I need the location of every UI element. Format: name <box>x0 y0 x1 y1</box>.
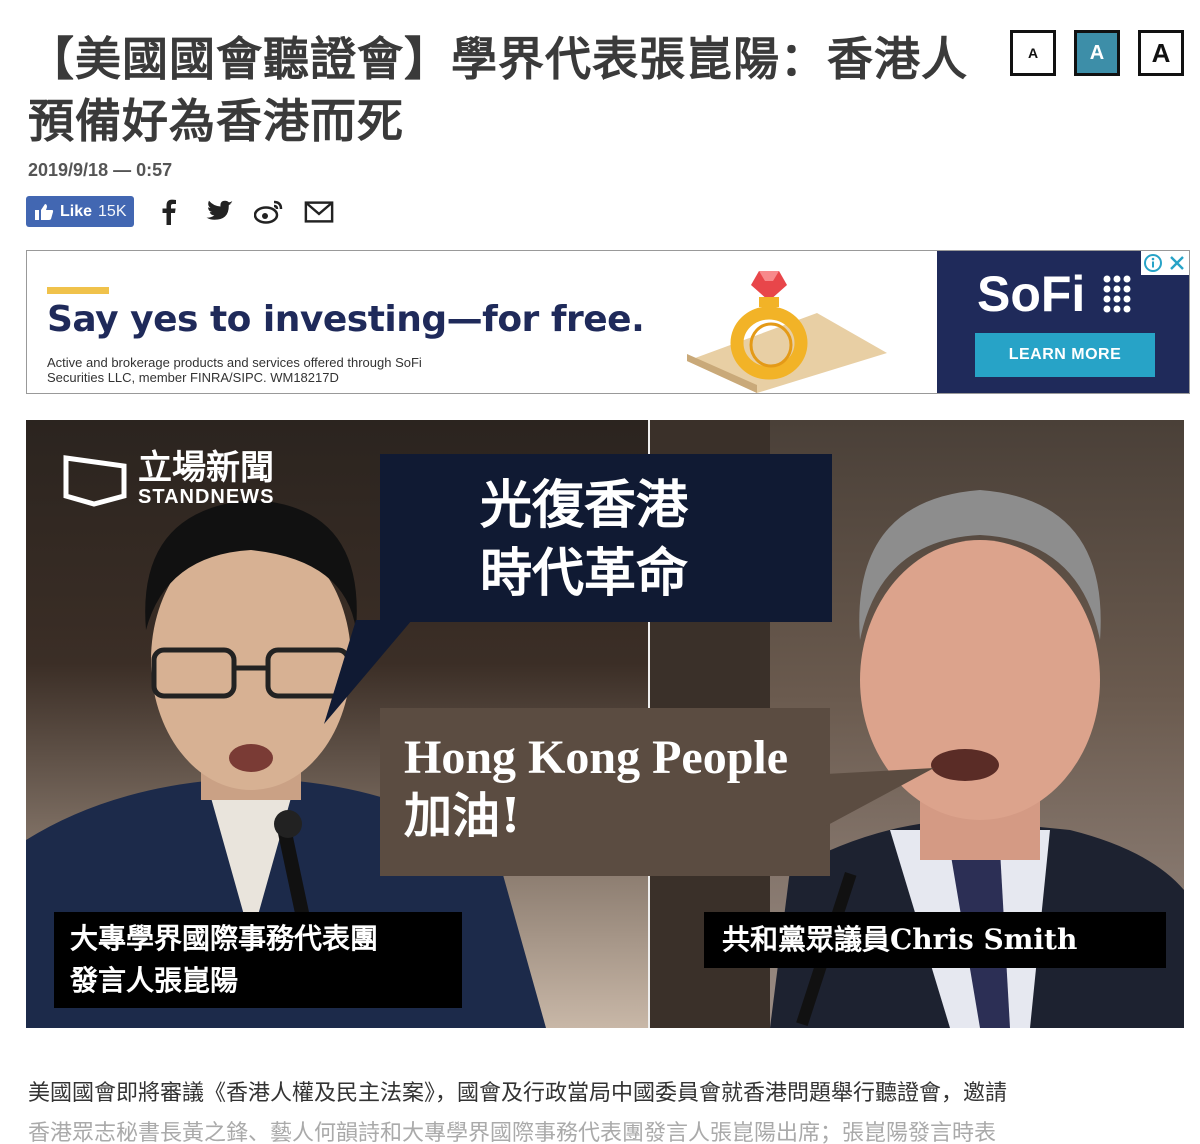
standnews-logo: 立場新聞 STANDNEWS <box>62 450 274 509</box>
twitter-icon[interactable] <box>204 197 234 227</box>
ad-fine-print: Active and brokerage products and servic… <box>47 355 422 385</box>
thumbs-up-icon <box>35 203 54 220</box>
ring-illustration <box>687 271 887 393</box>
speech-bubble-cheer: Hong Kong People 加油! <box>380 708 830 876</box>
facebook-like-button[interactable]: Like 15K <box>26 196 135 227</box>
learn-more-button[interactable]: LEARN MORE <box>975 333 1155 377</box>
facebook-icon[interactable] <box>154 197 184 227</box>
body-line-1: 美國國會即將審議《香港人權及民主法案》，國會及行政當局中國委員會就香港問題舉行聽… <box>28 1081 1008 1106</box>
font-size-controls: A A A <box>1010 30 1184 76</box>
font-size-large-button[interactable]: A <box>1138 30 1184 76</box>
cheer-english: Hong Kong People <box>404 731 789 784</box>
ad-info-icon[interactable] <box>1141 251 1165 275</box>
slogan-line-1: 光復香港 <box>480 475 689 536</box>
caption-left-speaker: 大專學界國際事務代表團 發言人張崑陽 <box>54 912 462 1008</box>
article-title: 【美國國會聽證會】學界代表張崑陽：香港人預備好為香港而死 <box>28 32 968 148</box>
article-date: 2019/9/18 — 0:57 <box>28 160 173 180</box>
standnews-logo-icon <box>63 454 127 507</box>
speech-bubble-cheer-tail <box>826 768 934 826</box>
share-bar: Like 15K <box>26 196 334 227</box>
caption-left-line-2: 發言人張崑陽 <box>70 964 239 997</box>
caption-left-line-1: 大專學界國際事務代表團 <box>70 922 379 955</box>
article-body: 美國國會即將審議《香港人權及民主法案》，國會及行政當局中國委員會就香港問題舉行聽… <box>28 1074 1188 1144</box>
caption-right-speaker: 共和黨眾議員Chris Smith <box>704 912 1166 968</box>
sofi-dots-icon <box>1103 275 1131 313</box>
cheer-chinese: 加油! <box>404 788 522 844</box>
font-size-small-button[interactable]: A <box>1010 30 1056 76</box>
like-label: Like <box>60 202 93 220</box>
brand-english-name: STANDNEWS <box>138 486 275 508</box>
email-icon[interactable] <box>304 197 334 227</box>
speech-bubble-slogan: 光復香港 時代革命 <box>380 454 832 622</box>
ad-accent-stripe <box>47 287 109 294</box>
font-size-medium-button[interactable]: A <box>1074 30 1120 76</box>
ad-headline: Say yes to investing—for free. <box>47 299 645 340</box>
brand-chinese-name: 立場新聞 <box>138 448 274 488</box>
sofi-logo: SoFi <box>977 266 1086 322</box>
like-count: 15K <box>98 202 127 220</box>
weibo-icon[interactable] <box>254 197 284 227</box>
slogan-line-2: 時代革命 <box>480 543 689 604</box>
body-line-2: 香港眾志秘書長黃之鋒、藝人何韻詩和大專學界國際事務代表團發言人張崑陽出席；張崑陽… <box>28 1121 997 1144</box>
sofi-advertisement[interactable]: Say yes to investing—for free. Active an… <box>26 250 1190 394</box>
ad-controls <box>1141 251 1189 275</box>
hero-image: 立場新聞 STANDNEWS 光復香港 時代革命 Hong Kong Peopl… <box>26 420 1184 1028</box>
ad-close-icon[interactable] <box>1165 251 1189 275</box>
